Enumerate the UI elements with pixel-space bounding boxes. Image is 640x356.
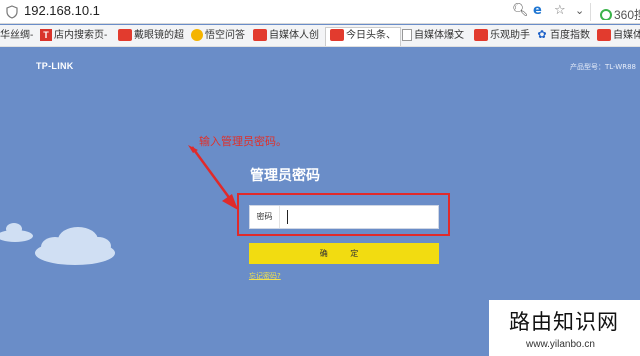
bookmark-item[interactable]: 乐观助手 (474, 28, 530, 44)
password-label: 密码 (250, 206, 280, 228)
bookmark-item-active[interactable]: 今日头条、 (325, 27, 401, 46)
url-field[interactable]: 192.168.10.1 (24, 3, 100, 18)
bookmark-label: 百度指数 (550, 30, 590, 41)
sun-icon (191, 29, 203, 42)
bookmark-label: 今日头条、 (346, 30, 396, 41)
shield-icon (6, 5, 18, 19)
bookmark-label: 自媒体 (613, 30, 640, 41)
badge-icon (253, 29, 267, 42)
page-title: 管理员密码 (250, 168, 320, 184)
model-label: 产品型号：TL-WR88 (570, 63, 636, 71)
bookmark-label: 自媒体爆文 (414, 30, 464, 41)
bookmark-label: 戴眼镜的超 (134, 30, 184, 41)
search-engine-label: 360搜 (614, 8, 640, 20)
doc-icon (402, 29, 412, 42)
chevron-down-icon[interactable]: ⌄ (575, 4, 584, 17)
watermark-url: www.yilanbo.cn (526, 339, 595, 350)
watermark-title: 路由知识网 (509, 310, 619, 334)
bookmark-item[interactable]: 自媒体 (597, 28, 640, 44)
bookmark-label: 乐观助手 (490, 30, 530, 41)
password-field[interactable]: 密码 (249, 205, 439, 229)
bookmark-label: 店内搜索页- (54, 30, 108, 41)
bookmark-item[interactable]: ✿ 百度指数 (536, 28, 590, 44)
bookmark-item[interactable]: 悟空问答 (191, 28, 245, 44)
badge-icon (118, 29, 132, 42)
bookmark-label: 悟空问答 (205, 30, 245, 41)
bookmark-label: 自媒体人创 (269, 30, 319, 41)
bookmark-label: 华丝绸- (0, 30, 34, 41)
bookmark-item[interactable]: 自媒体人创 (253, 28, 319, 44)
star-icon[interactable]: ☆ (554, 3, 566, 18)
bookmark-item[interactable]: 戴眼镜的超 (118, 28, 184, 44)
search-engine-box[interactable]: 360搜 (600, 4, 640, 20)
search-icon[interactable]: 🔍︎ (512, 3, 529, 18)
bookmark-item[interactable]: T 店内搜索页- (40, 28, 107, 44)
paw-icon: ✿ (537, 29, 547, 42)
bookmark-item[interactable]: 华丝绸- (0, 28, 33, 44)
watermark: 路由知识网 www.yilanbo.cn (489, 300, 640, 356)
password-input[interactable] (284, 209, 434, 225)
forgot-password-link[interactable]: 忘记密码? (249, 271, 281, 281)
badge-icon (474, 29, 488, 42)
divider (590, 3, 591, 21)
annotation-text: 输入管理员密码。 (199, 135, 287, 148)
cloud-small (0, 223, 33, 242)
bookmark-item[interactable]: 自媒体爆文 (402, 28, 464, 44)
text-caret (287, 210, 288, 224)
badge-icon (597, 29, 611, 42)
ie-compat-icon[interactable]: e (533, 3, 542, 18)
badge-icon (330, 29, 344, 42)
brand-logo: TP-LINK (36, 61, 74, 71)
confirm-button[interactable]: 确 定 (249, 243, 439, 264)
bookmarks-bar: 华丝绸- T 店内搜索页- 戴眼镜的超 悟空问答 自媒体人创 今日头条、 自媒体爆… (0, 25, 640, 47)
t-icon: T (40, 29, 52, 42)
360-logo-icon (600, 9, 612, 20)
annotation-arrow (188, 145, 238, 210)
cloud-large (35, 227, 115, 265)
address-bar: 192.168.10.1 🔍︎ e ☆ ⌄ 360搜 (0, 0, 640, 24)
